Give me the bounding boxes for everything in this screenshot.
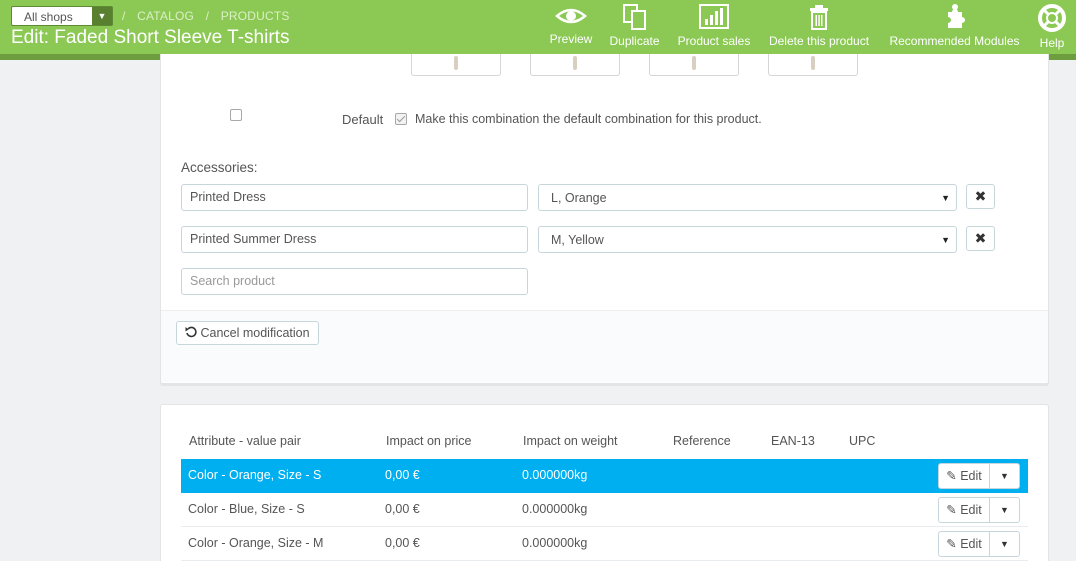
- page-header: All shops ▼ / CATALOG / PRODUCTS Edit: F…: [0, 0, 1076, 54]
- cancel-modification-label: Cancel modification: [200, 326, 310, 340]
- attribute-cell: Color - Orange, Size - S: [188, 468, 322, 482]
- edit-label: Edit: [960, 469, 982, 483]
- edit-label: Edit: [960, 503, 982, 517]
- caret-down-icon: ▼: [941, 235, 950, 245]
- price-cell: 0,00 €: [385, 536, 420, 550]
- combination-image-thumb[interactable]: [411, 54, 501, 76]
- edit-label: Edit: [960, 537, 982, 551]
- shop-select-value: All shops: [24, 10, 73, 24]
- default-combination-checkbox[interactable]: [395, 113, 407, 125]
- row-actions-dropdown[interactable]: ▼: [989, 463, 1020, 489]
- row-actions: ✎ Edit ▼: [938, 497, 1020, 523]
- table-row[interactable]: Color - Orange, Size - S 0,00 € 0.000000…: [181, 459, 1028, 493]
- caret-down-icon: ▼: [1000, 539, 1009, 549]
- help-button[interactable]: Help: [1036, 4, 1068, 50]
- edit-button[interactable]: ✎ Edit: [938, 531, 990, 557]
- close-icon: ✖: [974, 230, 987, 246]
- attribute-cell: Color - Blue, Size - S: [188, 502, 305, 516]
- delete-product-button[interactable]: Delete this product: [766, 4, 872, 50]
- column-header-reference[interactable]: Reference: [673, 434, 731, 448]
- recommended-modules-button[interactable]: Recommended Modules: [887, 4, 1022, 50]
- copy-icon: [622, 4, 646, 30]
- image-select-checkbox[interactable]: [230, 109, 242, 121]
- price-cell: 0,00 €: [385, 468, 420, 482]
- product-sales-button[interactable]: Product sales: [676, 4, 752, 50]
- edit-button[interactable]: ✎ Edit: [938, 497, 990, 523]
- column-header-price[interactable]: Impact on price: [386, 434, 471, 448]
- attribute-cell: Color - Orange, Size - M: [188, 536, 324, 550]
- recommended-modules-label: Recommended Modules: [889, 34, 1020, 48]
- caret-down-icon: ▼: [1000, 471, 1009, 481]
- combination-image-thumb[interactable]: [649, 54, 739, 76]
- delete-product-label: Delete this product: [768, 34, 870, 48]
- accessory-product-field[interactable]: Printed Summer Dress: [181, 226, 528, 253]
- accessory-combination-value: M, Yellow: [551, 233, 604, 247]
- duplicate-label: Duplicate: [609, 34, 660, 48]
- accessory-product-field[interactable]: Printed Dress: [181, 184, 528, 211]
- breadcrumb-catalog[interactable]: CATALOG: [137, 9, 194, 23]
- accessory-combination-value: L, Orange: [551, 191, 607, 205]
- remove-accessory-button[interactable]: ✖: [966, 226, 995, 251]
- row-actions-dropdown[interactable]: ▼: [989, 497, 1020, 523]
- duplicate-button[interactable]: Duplicate: [607, 4, 662, 50]
- preview-button[interactable]: Preview: [549, 4, 593, 50]
- page-title: Edit: Faded Short Sleeve T-shirts: [11, 27, 290, 48]
- trash-icon: [810, 5, 828, 30]
- pencil-icon: ✎: [946, 469, 957, 483]
- pencil-icon: ✎: [946, 503, 957, 517]
- eye-icon: [555, 8, 587, 24]
- row-actions-dropdown[interactable]: ▼: [989, 531, 1020, 557]
- breadcrumb: / CATALOG / PRODUCTS: [122, 9, 290, 23]
- column-header-ean13[interactable]: EAN-13: [771, 434, 815, 448]
- puzzle-icon: [947, 4, 965, 28]
- chevron-down-icon[interactable]: ▼: [92, 7, 112, 25]
- combination-image-thumb[interactable]: [530, 54, 620, 76]
- column-header-upc[interactable]: UPC: [849, 434, 875, 448]
- table-row[interactable]: Color - Orange, Size - M 0,00 € 0.000000…: [181, 527, 1028, 561]
- pencil-icon: ✎: [946, 537, 957, 551]
- default-combination-text: Make this combination the default combin…: [415, 112, 762, 126]
- undo-icon: [185, 326, 197, 338]
- accessory-combination-select[interactable]: L, Orange ▼: [538, 184, 957, 211]
- bar-chart-icon: [699, 4, 729, 29]
- lifebuoy-icon: [1038, 4, 1066, 32]
- price-cell: 0,00 €: [385, 502, 420, 516]
- weight-cell: 0.000000kg: [522, 536, 588, 550]
- caret-down-icon: ▼: [1000, 505, 1009, 515]
- weight-cell: 0.000000kg: [522, 502, 588, 516]
- default-label: Default: [342, 112, 384, 127]
- shop-select[interactable]: All shops ▼: [11, 6, 113, 26]
- accessory-combination-select[interactable]: M, Yellow ▼: [538, 226, 957, 253]
- remove-accessory-button[interactable]: ✖: [966, 184, 995, 209]
- row-actions: ✎ Edit ▼: [938, 531, 1020, 557]
- search-product-input[interactable]: Search product: [181, 268, 528, 295]
- preview-label: Preview: [549, 32, 593, 46]
- combination-image-thumb[interactable]: [768, 54, 858, 76]
- column-header-weight[interactable]: Impact on weight: [523, 434, 618, 448]
- close-icon: ✖: [974, 188, 987, 204]
- cancel-modification-button[interactable]: Cancel modification: [176, 321, 319, 345]
- edit-button[interactable]: ✎ Edit: [938, 463, 990, 489]
- table-row[interactable]: Color - Blue, Size - S 0,00 € 0.000000kg…: [181, 493, 1028, 527]
- column-header-attribute[interactable]: Attribute - value pair: [189, 434, 301, 448]
- row-actions: ✎ Edit ▼: [938, 463, 1020, 489]
- accessories-label: Accessories:: [181, 160, 258, 175]
- caret-down-icon: ▼: [941, 193, 950, 203]
- product-sales-label: Product sales: [677, 34, 751, 48]
- weight-cell: 0.000000kg: [522, 468, 588, 482]
- breadcrumb-products[interactable]: PRODUCTS: [221, 9, 290, 23]
- help-label: Help: [1039, 36, 1065, 50]
